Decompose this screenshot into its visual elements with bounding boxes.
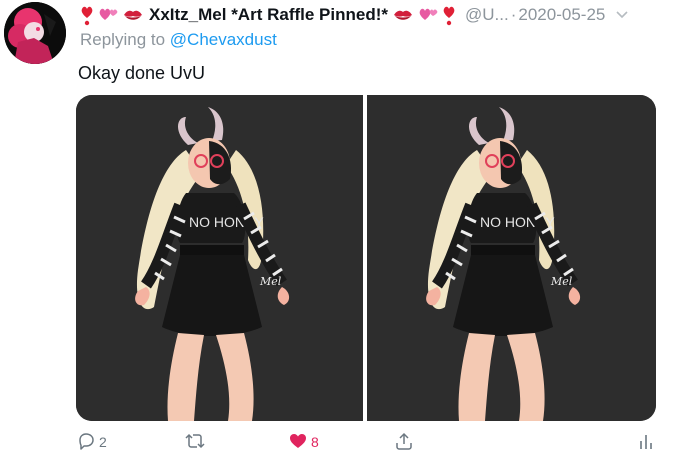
share-button[interactable] [394, 428, 414, 456]
retweet-button[interactable] [184, 428, 209, 456]
like-button[interactable]: 8 [288, 428, 319, 456]
heart-exclamation-icon [442, 4, 456, 26]
media-image-2[interactable]: NO HONEY Mel [367, 95, 656, 421]
display-name[interactable]: XxItz_Mel *Art Raffle Pinned!* [149, 5, 388, 25]
tweet-header: XxItz_Mel *Art Raffle Pinned!* @U... · 2… [80, 2, 662, 28]
tweet-date[interactable]: 2020-05-25 [518, 5, 605, 25]
heart-icon [288, 431, 308, 454]
analytics-button[interactable] [638, 428, 654, 456]
share-icon [394, 431, 414, 454]
retweet-icon [184, 431, 206, 454]
artist-signature: Mel [259, 275, 282, 288]
artwork-image: NO HONEY Mel [367, 95, 656, 421]
avatar-image [4, 2, 66, 64]
media-image-1[interactable]: NO HONEY Mel [76, 95, 363, 421]
artist-signature: Mel [550, 275, 573, 288]
reply-count: 2 [99, 434, 107, 450]
artwork-image: NO HONEY Mel [76, 95, 363, 421]
kiss-mark-icon [392, 6, 414, 24]
kiss-mark-icon [122, 6, 144, 24]
like-count: 8 [311, 434, 319, 450]
revolving-hearts-icon [417, 5, 439, 25]
avatar[interactable] [4, 2, 66, 64]
action-bar: 2 8 [76, 428, 666, 456]
replying-prefix: Replying to [80, 30, 170, 49]
mention-link[interactable]: @Chevaxdust [170, 30, 277, 49]
revolving-hearts-icon [97, 5, 119, 25]
reply-button[interactable]: 2 [76, 428, 107, 456]
analytics-icon [638, 431, 654, 454]
user-handle[interactable]: @U... [465, 5, 509, 25]
chevron-down-icon[interactable] [615, 10, 629, 20]
tweet-text: Okay done UvU [78, 63, 206, 83]
separator-dot: · [510, 5, 517, 24]
replying-to: Replying to @Chevaxdust [80, 30, 277, 50]
reply-icon [76, 431, 96, 454]
heart-exclamation-icon [80, 4, 94, 26]
media-grid: NO HONEY Mel NO HONEY Mel [76, 95, 656, 421]
